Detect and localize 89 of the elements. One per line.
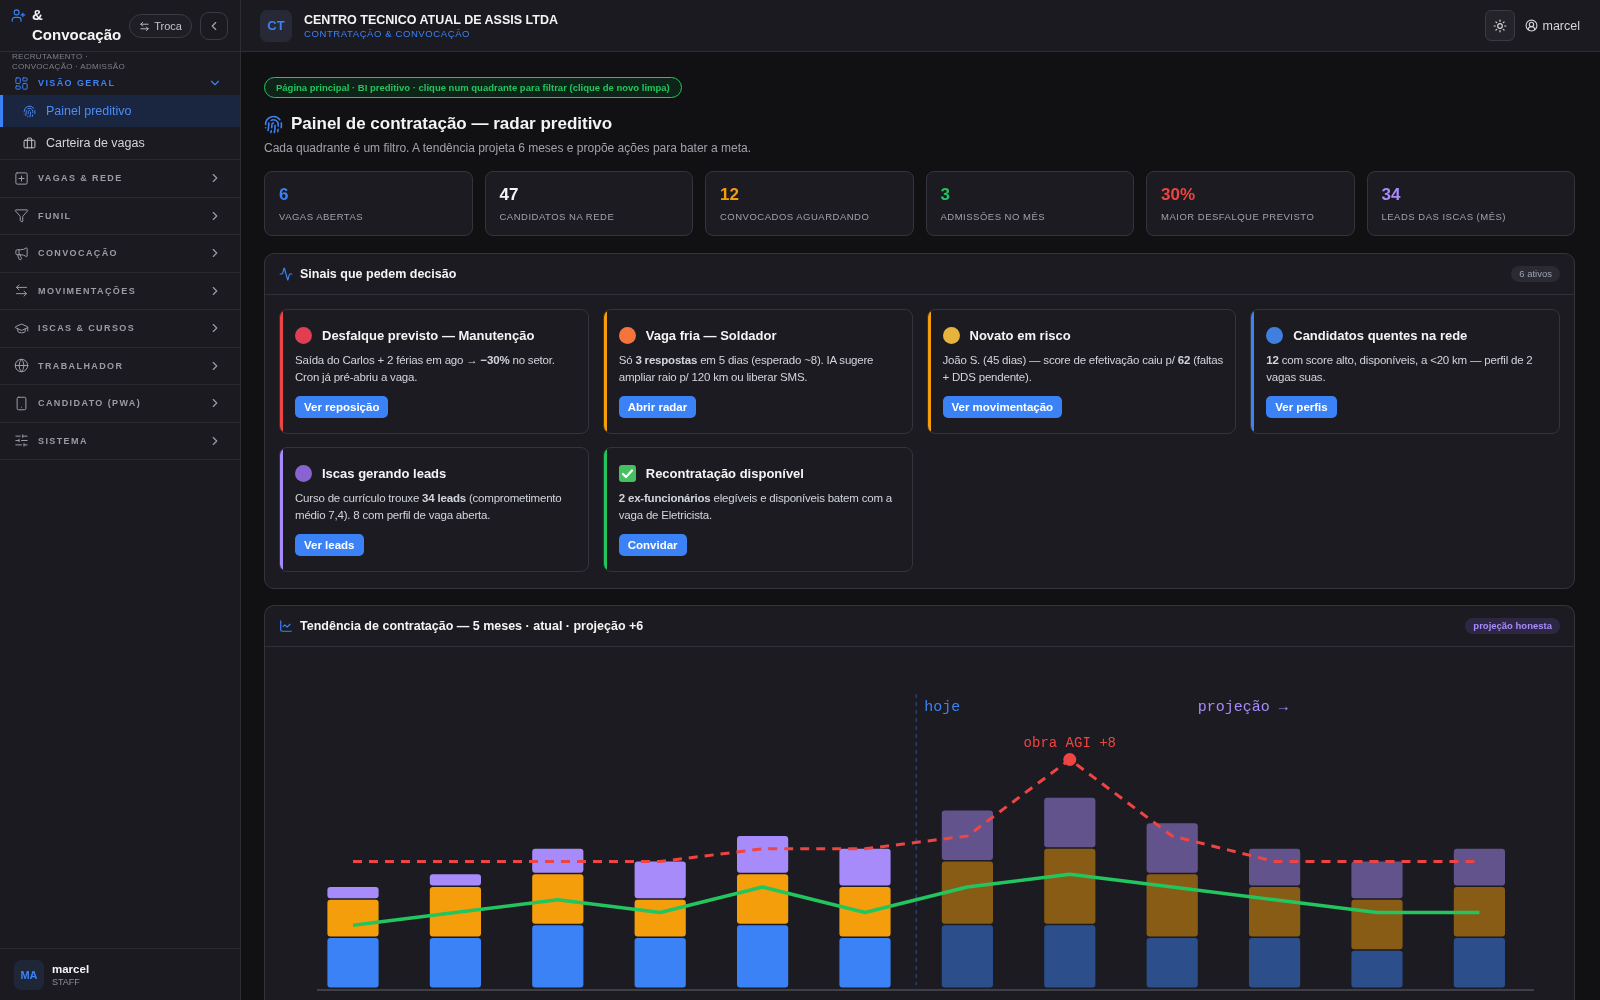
panel-title: Sinais que pedem decisão [300,267,457,281]
page-title: Painel de contratação — radar preditivo [291,113,613,135]
fingerprint-icon [264,114,283,134]
signal-card[interactable]: Iscas gerando leads Curso de currículo trouxe 34 leads (comprometimento médio 7,4). 8 com perfil de vaga aberta. Ver leads [279,447,589,572]
page-subtitle: Cada quadrante é um filtro. A tendência projeta 6 meses e propõe ações para bater a meta. [264,140,752,156]
card-text: Saída do Carlos + 2 férias em ago → −30% no setor. Cron já pré-abriu a vaga. [295,353,556,385]
briefcase-icon [23,136,36,150]
stat-value: 6 [279,185,290,205]
stat-card[interactable]: 3 ADMISSÕES NO MÊS [925,171,1134,236]
card-title: Novato em risco [969,327,1071,343]
stat-value: 30% [1161,185,1197,205]
user-circle-icon [1525,19,1539,32]
company-name: CENTRO TECNICO ATUAL DE ASSIS LTDA [304,11,558,28]
stat-label: ADMISSÕES NO MÊS [940,211,1047,223]
stat-value: 3 [940,185,951,205]
action-button[interactable]: Abrir radar [618,396,697,418]
switch-button[interactable]: Troca [129,14,192,38]
nav-group[interactable]: SISTEMA [0,422,240,459]
nav-item[interactable]: Carteira de vagas [0,127,240,159]
fingerprint-icon [23,104,36,118]
card-title: Iscas gerando leads [322,465,447,481]
nav-group[interactable]: ISCAS & CURSOS [0,310,240,347]
dashboard-icon [14,75,29,91]
smartphone-icon [14,395,29,411]
card-text: Curso de currículo trouxe 34 leads (comprometimento médio 7,4). 8 com perfil de vaga aberta. [295,491,563,523]
user-plus-icon [11,8,26,23]
module-name: CONTRATAÇÃO & CONVOCAÇÃO [304,27,472,40]
stat-value: 34 [1381,185,1402,205]
company-avatar: CT [260,9,292,42]
stat-card[interactable]: 12 CONVOCADOS AGUARDANDO [705,171,914,236]
stat-card[interactable]: 30% MAIOR DESFALQUE PREVISTO [1146,171,1355,236]
card-text: 2 ex-funcionários elegíveis e disponíveis batem com a vaga de Eletricista. [618,491,893,523]
action-button[interactable]: Ver leads [295,534,364,556]
stat-card[interactable]: 34 LEADS DAS ISCAS (MÊS) [1366,171,1575,236]
action-button[interactable]: Convidar [618,534,687,556]
graduation-cap-icon [14,320,29,336]
stat-card[interactable]: 47 CANDIDATOS NA REDE [484,171,693,236]
arrows-icon [14,283,29,299]
projection-badge: projeção honesta [1465,618,1560,634]
nav-item[interactable]: Painel preditivo [0,95,240,127]
megaphone-icon [14,245,29,261]
nav-group[interactable]: CANDIDATO (PWA) [0,385,240,422]
user-avatar: MA [14,959,44,990]
action-button[interactable]: Ver perfis [1266,396,1337,418]
sun-icon [1493,18,1508,33]
card-title: Vaga fria — Soldador [645,327,777,343]
panel-title: Tendência de contratação — 5 meses · atual · projeção +6 [300,619,644,633]
stat-card[interactable]: 6 VAGAS ABERTAS [264,171,473,236]
line-chart-icon [279,619,293,633]
action-button[interactable]: Ver reposição [295,396,389,418]
swap-arrows-icon [139,20,151,32]
app-title: & Convocação [32,5,122,45]
app-subtitle: RECRUTAMENTO · CONVOCAÇÃO · ADMISSÃO [11,52,126,71]
stat-label: CONVOCADOS AGUARDANDO [720,211,871,223]
sliders-icon [14,433,29,449]
signal-card[interactable]: Candidatos quentes na rede 12 com score alto, disponíveis, a <20 km — perfil de 2 vagas suas. Ver perfis [1250,309,1560,434]
signal-card[interactable]: Novato em risco João S. (45 dias) — score de efetivação caiu p/ 62 (faltas + DDS pendente). Ver movimentação [926,309,1237,434]
stat-value: 47 [499,185,520,205]
theme-toggle-button[interactable] [1485,10,1516,41]
signal-card[interactable]: Recontratação disponível 2 ex-funcionários elegíveis e disponíveis batem com a vaga de Eletricista. Convidar [602,447,913,572]
nav-group[interactable]: MOVIMENTAÇÕES [0,272,240,309]
user-menu[interactable]: marcel [1525,18,1580,33]
nav-group[interactable]: VISÃO GERAL [0,71,240,95]
pulse-icon [279,267,293,281]
card-title: Desfalque previsto — Manutenção [322,327,535,343]
action-button[interactable]: Ver movimentação [942,396,1063,418]
stat-value: 12 [720,185,740,205]
signal-card[interactable]: Vaga fria — Soldador Só 3 respostas em 5 dias (esperado ~8). IA sugere ampliar raio p/ 120 km ou liberar SMS. Abrir radar [602,309,913,434]
card-title: Recontratação disponível [645,465,804,481]
funnel-icon [14,208,29,224]
nav-group[interactable]: FUNIL [0,197,240,234]
card-title: Candidatos quentes na rede [1293,327,1468,343]
card-text: 12 com score alto, disponíveis, a <20 km — perfil de 2 vagas suas. [1266,353,1534,385]
nav-group[interactable]: TRABALHADOR [0,347,240,384]
globe-icon [14,358,29,374]
plus-square-icon [14,170,29,186]
breadcrumb-tag: Página principal · BI preditivo · clique num quadrante para filtrar (clique de novo limpa) [264,77,682,98]
stat-label: VAGAS ABERTAS [279,211,365,223]
user-role: STAFF [52,975,81,988]
count-badge: 6 ativos [1511,266,1560,282]
signal-card[interactable]: Desfalque previsto — Manutenção Saída do Carlos + 2 férias em ago → −30% no setor. Cron já pré-abriu a vaga. Ver reposição [279,309,589,434]
stat-label: LEADS DAS ISCAS (MÊS) [1381,211,1508,223]
stat-label: CANDIDATOS NA REDE [499,211,616,223]
card-text: Só 3 respostas em 5 dias (esperado ~8). IA sugere ampliar raio p/ 120 km ou liberar SMS. [618,353,875,385]
nav-group[interactable]: CONVOCAÇÃO [0,235,240,272]
card-text: João S. (45 dias) — score de efetivação caiu p/ 62 (faltas + DDS pendente). [942,353,1225,385]
user-name: marcel [52,961,90,976]
stat-label: MAIOR DESFALQUE PREVISTO [1161,211,1316,223]
nav-group[interactable]: VAGAS & REDE [0,160,240,197]
